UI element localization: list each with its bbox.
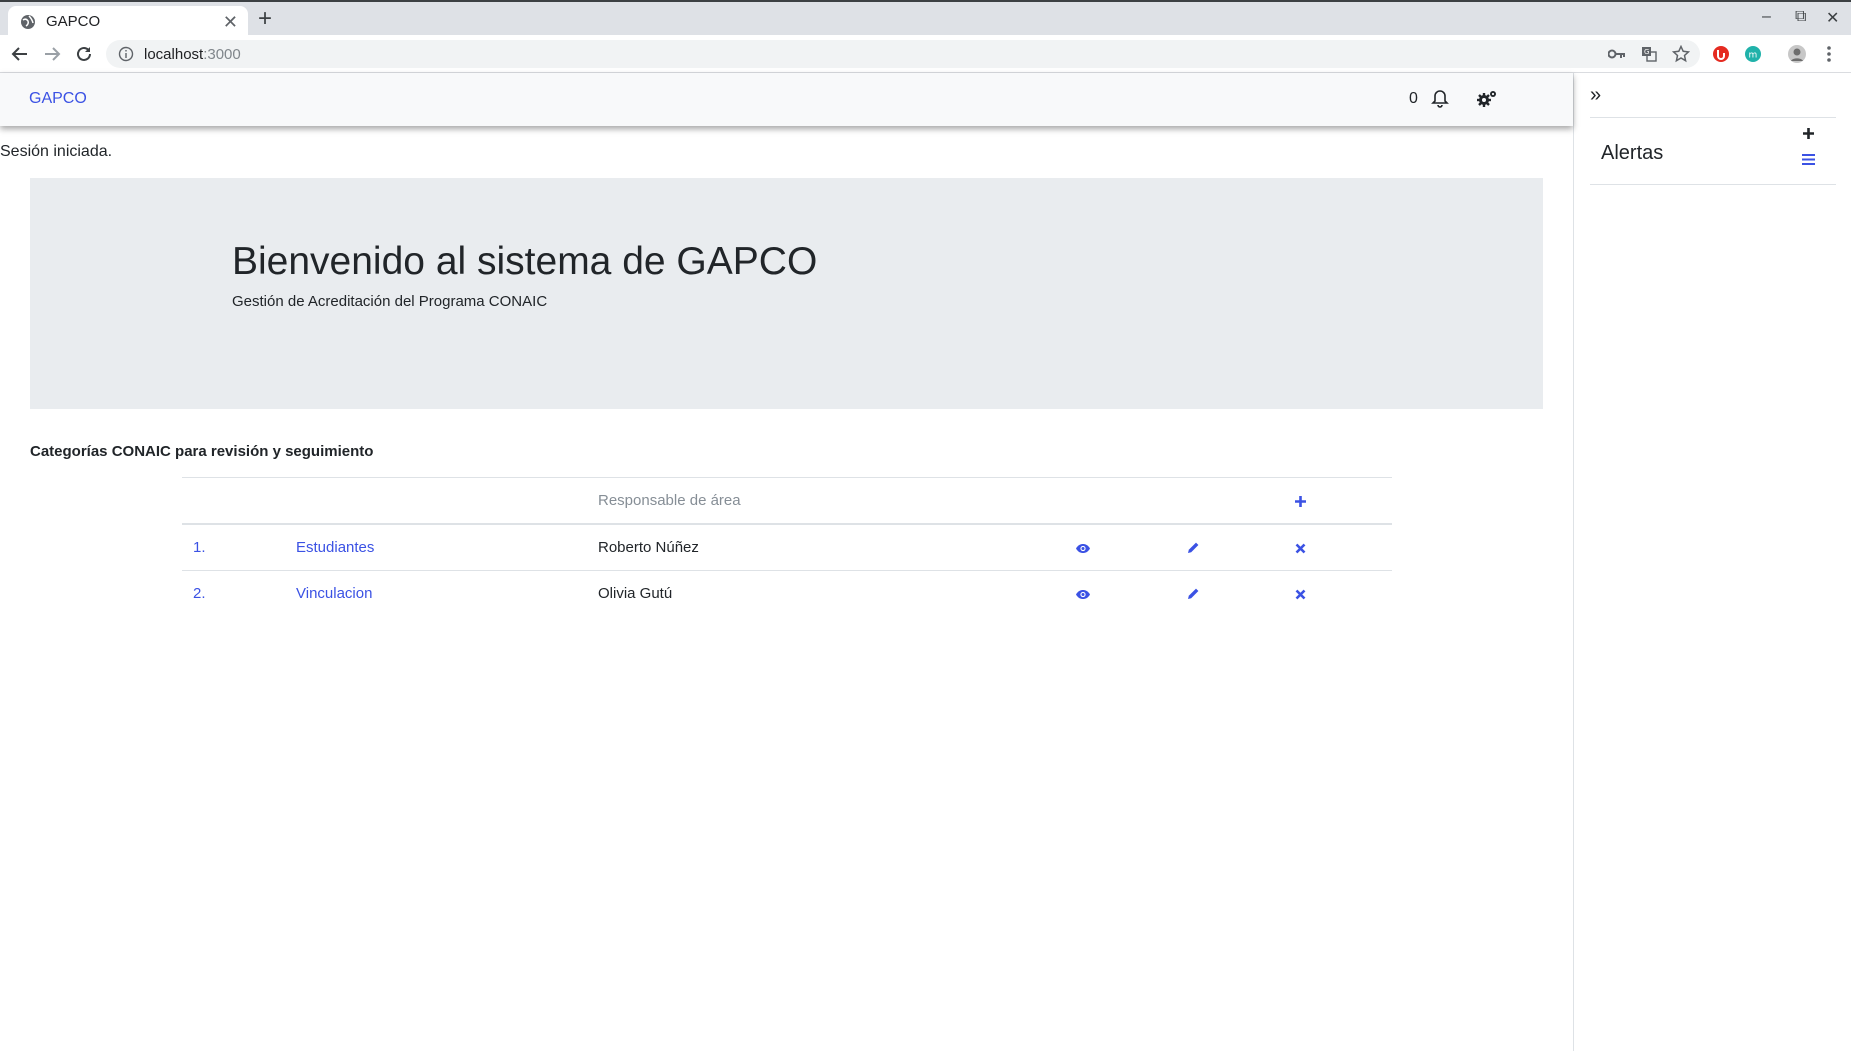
page-subtitle: Gestión de Acreditación del Programa CON…: [232, 293, 548, 310]
page-title: Bienvenido al sistema de GAPCO: [232, 240, 818, 283]
svg-text:m: m: [1749, 51, 1758, 61]
category-link[interactable]: Vinculacion: [285, 571, 587, 617]
welcome-jumbotron: Bienvenido al sistema de GAPCO Gestión d…: [30, 178, 1543, 409]
browser-menu-icon[interactable]: [1818, 43, 1840, 65]
session-message: Sesión iniciada.: [0, 143, 113, 160]
translate-icon[interactable]: G: [1638, 43, 1660, 65]
add-category-icon[interactable]: [1294, 495, 1307, 508]
delete-x-icon[interactable]: [1295, 543, 1306, 554]
svg-text:G: G: [1644, 48, 1649, 56]
delete-x-icon[interactable]: [1295, 589, 1306, 600]
header-category: [285, 478, 587, 525]
globe-icon: [21, 14, 35, 29]
header-index: [182, 478, 285, 525]
url-host: localhost: [144, 45, 204, 63]
responsible-name: Roberto Núñez: [598, 539, 699, 556]
new-tab-icon[interactable]: +: [258, 7, 272, 31]
extension-teal-icon[interactable]: m: [1742, 43, 1764, 65]
reload-icon[interactable]: [72, 42, 96, 66]
edit-pencil-icon[interactable]: [1186, 587, 1200, 601]
responsible-name: Olivia Gutú: [598, 585, 673, 602]
restore-icon[interactable]: ⧉: [1795, 8, 1806, 26]
browser-tab[interactable]: GAPCO ✕: [8, 6, 248, 37]
alerts-sidebar: » Alertas: [1573, 73, 1851, 1051]
close-window-icon[interactable]: ✕: [1826, 8, 1839, 28]
info-icon[interactable]: [118, 46, 134, 62]
category-link[interactable]: Estudiantes: [285, 524, 587, 571]
notification-count: 0: [1409, 90, 1418, 107]
edit-pencil-icon[interactable]: [1186, 541, 1200, 555]
bell-icon[interactable]: [1431, 89, 1449, 113]
collapse-sidebar-icon[interactable]: »: [1590, 85, 1601, 105]
forward-icon[interactable]: [40, 42, 64, 66]
tab-title: GAPCO: [46, 13, 101, 30]
view-eye-icon[interactable]: [1075, 543, 1091, 554]
sidebar-title: Alertas: [1601, 142, 1664, 164]
bookmark-star-icon[interactable]: [1670, 43, 1692, 65]
table-row: 1. Estudiantes Roberto Núñez: [182, 524, 1392, 571]
row-index: 1.: [193, 539, 206, 556]
list-icon[interactable]: [1802, 153, 1815, 171]
row-index: 2.: [193, 585, 206, 602]
divider: [1590, 117, 1836, 118]
table-row: 2. Vinculacion Olivia Gutú: [182, 571, 1392, 617]
profile-avatar-icon[interactable]: [1786, 43, 1808, 65]
table-header-row: Responsable de área: [182, 477, 1392, 525]
add-alert-icon[interactable]: [1802, 127, 1815, 145]
divider: [1590, 184, 1836, 185]
view-eye-icon[interactable]: [1075, 589, 1091, 600]
browser-tabstrip: GAPCO ✕ + – ⧉ ✕: [0, 0, 1851, 37]
address-bar[interactable]: localhost:3000: [106, 40, 1700, 68]
browser-toolbar: localhost:3000 G m: [0, 35, 1851, 73]
close-tab-icon[interactable]: ✕: [223, 13, 238, 31]
key-icon[interactable]: [1606, 43, 1628, 65]
app-navbar: GAPCO 0: [0, 73, 1573, 126]
back-icon[interactable]: [8, 42, 32, 66]
gears-icon[interactable]: [1476, 89, 1498, 114]
minimize-icon[interactable]: –: [1762, 8, 1771, 26]
brand-link[interactable]: GAPCO: [29, 90, 87, 108]
categories-table: Responsable de área 1. Estudiantes Rober…: [182, 477, 1392, 616]
section-title: Categorías CONAIC para revisión y seguim…: [30, 443, 374, 460]
url-port: :3000: [203, 45, 241, 63]
extension-red-icon[interactable]: [1710, 43, 1732, 65]
header-responsible: Responsable de área: [598, 492, 741, 509]
